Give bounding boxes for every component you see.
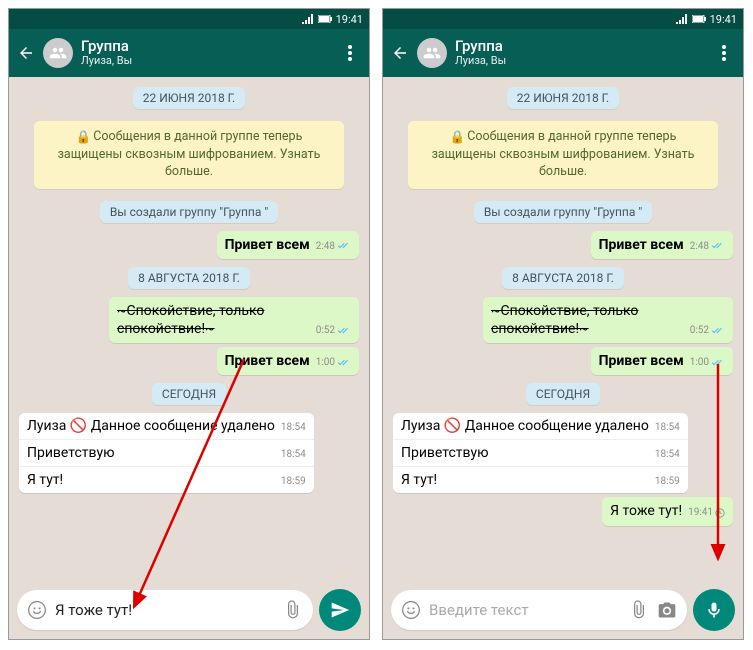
- date-separator: 8 АВГУСТА 2018 Г.: [128, 267, 250, 289]
- date-separator: СЕГОДНЯ: [526, 383, 600, 405]
- message-text: Привет всем: [225, 237, 310, 253]
- read-ticks-icon: [711, 326, 725, 336]
- attach-button[interactable]: [283, 600, 303, 620]
- blocked-icon: 🚫: [70, 418, 87, 434]
- group-avatar[interactable]: [417, 38, 447, 68]
- sender-name: Луиза: [401, 418, 440, 434]
- message-input[interactable]: Я тоже тут!: [55, 601, 275, 619]
- message-meta: 2:48: [690, 240, 725, 253]
- message-text: ~Спокойствие, только спокойствие!~: [491, 303, 638, 337]
- message-out[interactable]: Привет всем 1:00: [591, 347, 733, 375]
- status-time: 19:41: [336, 13, 363, 26]
- message-out[interactable]: Я тоже тут! 19:41: [602, 497, 733, 525]
- chat-title-area[interactable]: Группа Луиза, Вы: [455, 38, 705, 68]
- emoji-button[interactable]: [27, 600, 47, 620]
- message-meta: 18:59: [281, 476, 306, 487]
- message-text: ~Спокойствие, только спокойствие!~: [117, 303, 264, 337]
- system-message: Вы создали группу "Группа ": [100, 201, 278, 223]
- read-ticks-icon: [337, 326, 351, 336]
- message-text: Приветствую: [401, 445, 489, 461]
- date-separator: 22 ИЮНЯ 2018 Г.: [507, 87, 619, 109]
- chat-subtitle: Луиза, Вы: [455, 55, 705, 68]
- message-text: Я тут!: [27, 472, 63, 488]
- message-text: Я тоже тут!: [610, 503, 682, 519]
- composer-bar: Я тоже тут!: [9, 583, 369, 639]
- back-button[interactable]: [17, 44, 35, 62]
- camera-button[interactable]: [657, 600, 677, 620]
- message-input[interactable]: Введите текст: [429, 601, 621, 619]
- message-text: Данное сообщение удалено: [465, 418, 649, 434]
- phone-right: 19:41 Группа Луиза, Вы 22 ИЮНЯ 2018 Г. 🔒…: [382, 8, 744, 640]
- message-out[interactable]: ~Спокойствие, только спокойствие!~ 0:52: [109, 297, 359, 343]
- message-meta: 0:52: [316, 324, 351, 337]
- date-separator: 8 АВГУСТА 2018 Г.: [502, 267, 624, 289]
- signal-icon: [676, 14, 688, 24]
- group-avatar[interactable]: [43, 38, 73, 68]
- status-time: 19:41: [710, 13, 737, 26]
- status-bar: 19:41: [383, 9, 743, 29]
- message-meta: 18:59: [655, 476, 680, 487]
- read-ticks-icon: [711, 241, 725, 251]
- message-input-wrap: Введите текст: [391, 590, 687, 630]
- emoji-button[interactable]: [401, 600, 421, 620]
- read-ticks-icon: [337, 358, 351, 368]
- lock-icon: 🔒: [450, 130, 466, 147]
- message-meta: 18:54: [655, 422, 680, 433]
- mic-button[interactable]: [693, 589, 735, 631]
- back-button[interactable]: [391, 44, 409, 62]
- encryption-notice[interactable]: 🔒Сообщения в данной группе теперь защище…: [34, 121, 344, 189]
- message-meta: 18:54: [655, 449, 680, 460]
- system-message: Вы создали группу "Группа ": [474, 201, 652, 223]
- chat-title-area[interactable]: Группа Луиза, Вы: [81, 38, 331, 68]
- encryption-notice[interactable]: 🔒Сообщения в данной группе теперь защище…: [408, 121, 718, 189]
- lock-icon: 🔒: [76, 130, 92, 147]
- message-text: Привет всем: [225, 353, 310, 369]
- chat-title: Группа: [81, 38, 331, 55]
- message-meta: 18:54: [281, 449, 306, 460]
- chat-title: Группа: [455, 38, 705, 55]
- message-meta: 2:48: [316, 240, 351, 253]
- message-text: Данное сообщение удалено: [91, 418, 275, 434]
- app-bar: Группа Луиза, Вы: [383, 29, 743, 77]
- composer-bar: Введите текст: [383, 583, 743, 639]
- sender-name: Луиза: [27, 418, 66, 434]
- message-meta: 0:52: [690, 324, 725, 337]
- phone-left: 19:41 Группа Луиза, Вы 22 ИЮНЯ 2018 Г. 🔒…: [8, 8, 370, 640]
- battery-icon: [318, 15, 332, 23]
- message-meta: 1:00: [690, 356, 725, 369]
- date-separator: СЕГОДНЯ: [152, 383, 226, 405]
- date-separator: 22 ИЮНЯ 2018 Г.: [133, 87, 245, 109]
- message-meta: 19:41: [688, 506, 725, 519]
- message-in-group[interactable]: Луиза 🚫 Данное сообщение удалено 18:54 П…: [19, 413, 314, 493]
- read-ticks-icon: [337, 241, 351, 251]
- overflow-menu-button[interactable]: [339, 45, 361, 61]
- message-text: Я тут!: [401, 472, 437, 488]
- chat-scroll-area[interactable]: 22 ИЮНЯ 2018 Г. 🔒Сообщения в данной груп…: [9, 77, 369, 583]
- message-out[interactable]: ~Спокойствие, только спокойствие!~ 0:52: [483, 297, 733, 343]
- chat-scroll-area[interactable]: 22 ИЮНЯ 2018 Г. 🔒Сообщения в данной груп…: [383, 77, 743, 583]
- signal-icon: [302, 14, 314, 24]
- message-text: Привет всем: [599, 237, 684, 253]
- send-button[interactable]: [319, 589, 361, 631]
- status-bar: 19:41: [9, 9, 369, 29]
- blocked-icon: 🚫: [444, 418, 461, 434]
- battery-icon: [692, 15, 706, 23]
- message-input-wrap: Я тоже тут!: [17, 590, 313, 630]
- message-out[interactable]: Привет всем 2:48: [217, 231, 359, 259]
- read-ticks-icon: [711, 358, 725, 368]
- message-out[interactable]: Привет всем 1:00: [217, 347, 359, 375]
- message-out[interactable]: Привет всем 2:48: [591, 231, 733, 259]
- clock-icon: [715, 508, 725, 518]
- chat-subtitle: Луиза, Вы: [81, 55, 331, 68]
- message-in-group[interactable]: Луиза 🚫 Данное сообщение удалено 18:54 П…: [393, 413, 688, 493]
- app-bar: Группа Луиза, Вы: [9, 29, 369, 77]
- overflow-menu-button[interactable]: [713, 45, 735, 61]
- message-meta: 1:00: [316, 356, 351, 369]
- message-text: Привет всем: [599, 353, 684, 369]
- message-text: Приветствую: [27, 445, 115, 461]
- message-meta: 18:54: [281, 422, 306, 433]
- attach-button[interactable]: [629, 600, 649, 620]
